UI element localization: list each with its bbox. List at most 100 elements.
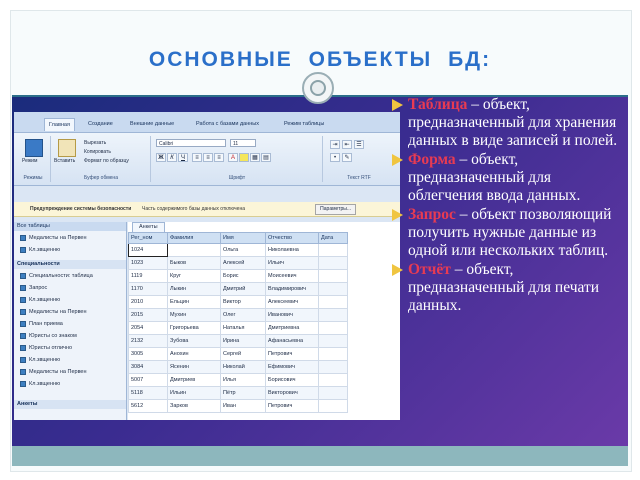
table-cell[interactable]: 2015	[128, 308, 168, 322]
table-row[interactable]: 1023 Быков Алексей Ильич	[128, 256, 348, 270]
table-row[interactable]: 2132 Зубова Ирина Афанасьевна	[128, 334, 348, 348]
nav-section-header[interactable]: Анкеты	[14, 400, 126, 409]
column-header[interactable]: Дата	[318, 232, 348, 244]
tab-external-data[interactable]: Внешние данные	[126, 118, 178, 130]
paste-button-label[interactable]: Вставить	[54, 158, 75, 164]
table-cell[interactable]: Борис	[220, 269, 266, 283]
table-cell[interactable]: Пётр	[220, 386, 266, 400]
table-cell[interactable]	[318, 399, 348, 413]
table-cell[interactable]: 1023	[128, 256, 168, 270]
table-cell[interactable]: Виктор	[220, 295, 266, 309]
nav-header[interactable]: Все таблицы	[14, 222, 126, 231]
table-cell[interactable]: Иванович	[265, 308, 319, 322]
table-cell[interactable]: 5007	[128, 373, 168, 387]
table-cell[interactable]: Ольга	[220, 243, 266, 257]
numbering-icon[interactable]: ☰	[354, 140, 364, 149]
italic-icon[interactable]: К	[167, 153, 177, 162]
table-row[interactable]: 1170 Лыкин Дмитрий Владимирович	[128, 282, 348, 296]
table-cell[interactable]: Наталья	[220, 321, 266, 335]
table-cell[interactable]: Зубова	[167, 334, 221, 348]
table-cell[interactable]: Ельцин	[167, 295, 221, 309]
table-cell[interactable]: Ильич	[265, 256, 319, 270]
table-row[interactable]: 2015 Мухин Олег Иванович	[128, 308, 348, 322]
table-cell[interactable]: Дмитриевна	[265, 321, 319, 335]
table-cell[interactable]: Анохин	[167, 347, 221, 361]
table-cell[interactable]	[318, 295, 348, 309]
table-cell[interactable]: 2010	[128, 295, 168, 309]
table-cell[interactable]	[318, 347, 348, 361]
increase-indent-icon[interactable]: ⇥	[330, 140, 340, 149]
table-cell[interactable]: 5612	[128, 399, 168, 413]
table-cell[interactable]	[318, 282, 348, 296]
table-cell[interactable]: 1119	[128, 269, 168, 283]
nav-item[interactable]: План приема	[20, 319, 124, 329]
nav-item[interactable]: Медалисты на Первен	[20, 307, 124, 317]
table-row[interactable]: 2010 Ельцин Виктор Алексеевич	[128, 295, 348, 309]
table-row[interactable]: 2054 Григорьева Наталья Дмитриевна	[128, 321, 348, 335]
gridlines-icon[interactable]: ▦	[250, 153, 260, 162]
column-header[interactable]: Отчество	[265, 232, 319, 244]
table-cell[interactable]: Иван	[220, 399, 266, 413]
tab-home[interactable]: Главная	[44, 118, 75, 131]
view-button-label[interactable]: Режим	[22, 158, 37, 164]
table-cell[interactable]: Алексеевич	[265, 295, 319, 309]
underline-icon[interactable]: Ч	[178, 153, 188, 162]
tab-database-tools[interactable]: Работа с базами данных	[192, 118, 263, 130]
font-color-icon[interactable]: A	[228, 153, 238, 162]
table-cell[interactable]: Ефимович	[265, 360, 319, 374]
table-cell[interactable]: 3084	[128, 360, 168, 374]
table-cell[interactable]: Петрович	[265, 347, 319, 361]
column-header[interactable]: Фамилия	[167, 232, 221, 244]
nav-item[interactable]: Медалисты на Первен	[20, 367, 124, 377]
table-cell[interactable]: 5118	[128, 386, 168, 400]
table-cell[interactable]: Дмитрий	[220, 282, 266, 296]
table-cell[interactable]	[318, 243, 348, 257]
font-name-select[interactable]: Calibri	[156, 139, 226, 147]
table-cell[interactable]: 1170	[128, 282, 168, 296]
align-center-icon[interactable]: ≡	[203, 153, 213, 162]
nav-section-header[interactable]: Специальности	[14, 260, 126, 269]
paste-icon[interactable]	[58, 139, 76, 157]
nav-item[interactable]: Медалисты на Первен	[20, 233, 124, 243]
table-row[interactable]: 1024 Ольга Николаевна	[128, 243, 348, 257]
doc-tab-anketa[interactable]: Анкеты	[132, 222, 165, 232]
table-cell[interactable]: Олег	[220, 308, 266, 322]
table-cell[interactable]: Лыкин	[167, 282, 221, 296]
table-cell[interactable]: Николаевна	[265, 243, 319, 257]
table-cell[interactable]: Борисович	[265, 373, 319, 387]
nav-item[interactable]: Кл.звщенню	[20, 295, 124, 305]
table-cell[interactable]	[318, 256, 348, 270]
table-row[interactable]: 5612 Зарков Иван Петрович	[128, 399, 348, 413]
table-cell[interactable]: Григорьева	[167, 321, 221, 335]
table-cell[interactable]: Мухин	[167, 308, 221, 322]
align-right-icon[interactable]: ≡	[214, 153, 224, 162]
table-cell[interactable]: Ильин	[167, 386, 221, 400]
table-cell[interactable]: Петрович	[265, 399, 319, 413]
table-cell[interactable]	[318, 386, 348, 400]
table-cell[interactable]	[318, 269, 348, 283]
table-cell[interactable]: 2054	[128, 321, 168, 335]
nav-item[interactable]: Юристы со знаком	[20, 331, 124, 341]
table-cell[interactable]: Быков	[167, 256, 221, 270]
nav-item[interactable]: Кл.звщенню	[20, 245, 124, 255]
bold-icon[interactable]: Ж	[156, 153, 166, 162]
table-cell[interactable]: Ясенин	[167, 360, 221, 374]
table-row[interactable]: 3005 Анохин Сергей Петрович	[128, 347, 348, 361]
table-row[interactable]: 3084 Ясенин Николай Ефимович	[128, 360, 348, 374]
table-cell[interactable]: Викторович	[265, 386, 319, 400]
table-cell[interactable]: Сергей	[220, 347, 266, 361]
table-cell[interactable]: Моисеевич	[265, 269, 319, 283]
copy-button[interactable]: Копировать	[84, 149, 111, 155]
table-cell[interactable]: Николай	[220, 360, 266, 374]
view-icon[interactable]	[25, 139, 43, 157]
table-row[interactable]: 5118 Ильин Пётр Викторович	[128, 386, 348, 400]
table-cell[interactable]: Ирина	[220, 334, 266, 348]
nav-item[interactable]: Юристы отлично	[20, 343, 124, 353]
security-options-button[interactable]: Параметры...	[315, 204, 356, 215]
table-cell[interactable]	[318, 360, 348, 374]
table-cell[interactable]: Алексей	[220, 256, 266, 270]
nav-item[interactable]: Запрос	[20, 283, 124, 293]
table-cell[interactable]: Дмитриев	[167, 373, 221, 387]
table-cell[interactable]: 2132	[128, 334, 168, 348]
nav-item[interactable]: Кл.звщенню	[20, 379, 124, 389]
